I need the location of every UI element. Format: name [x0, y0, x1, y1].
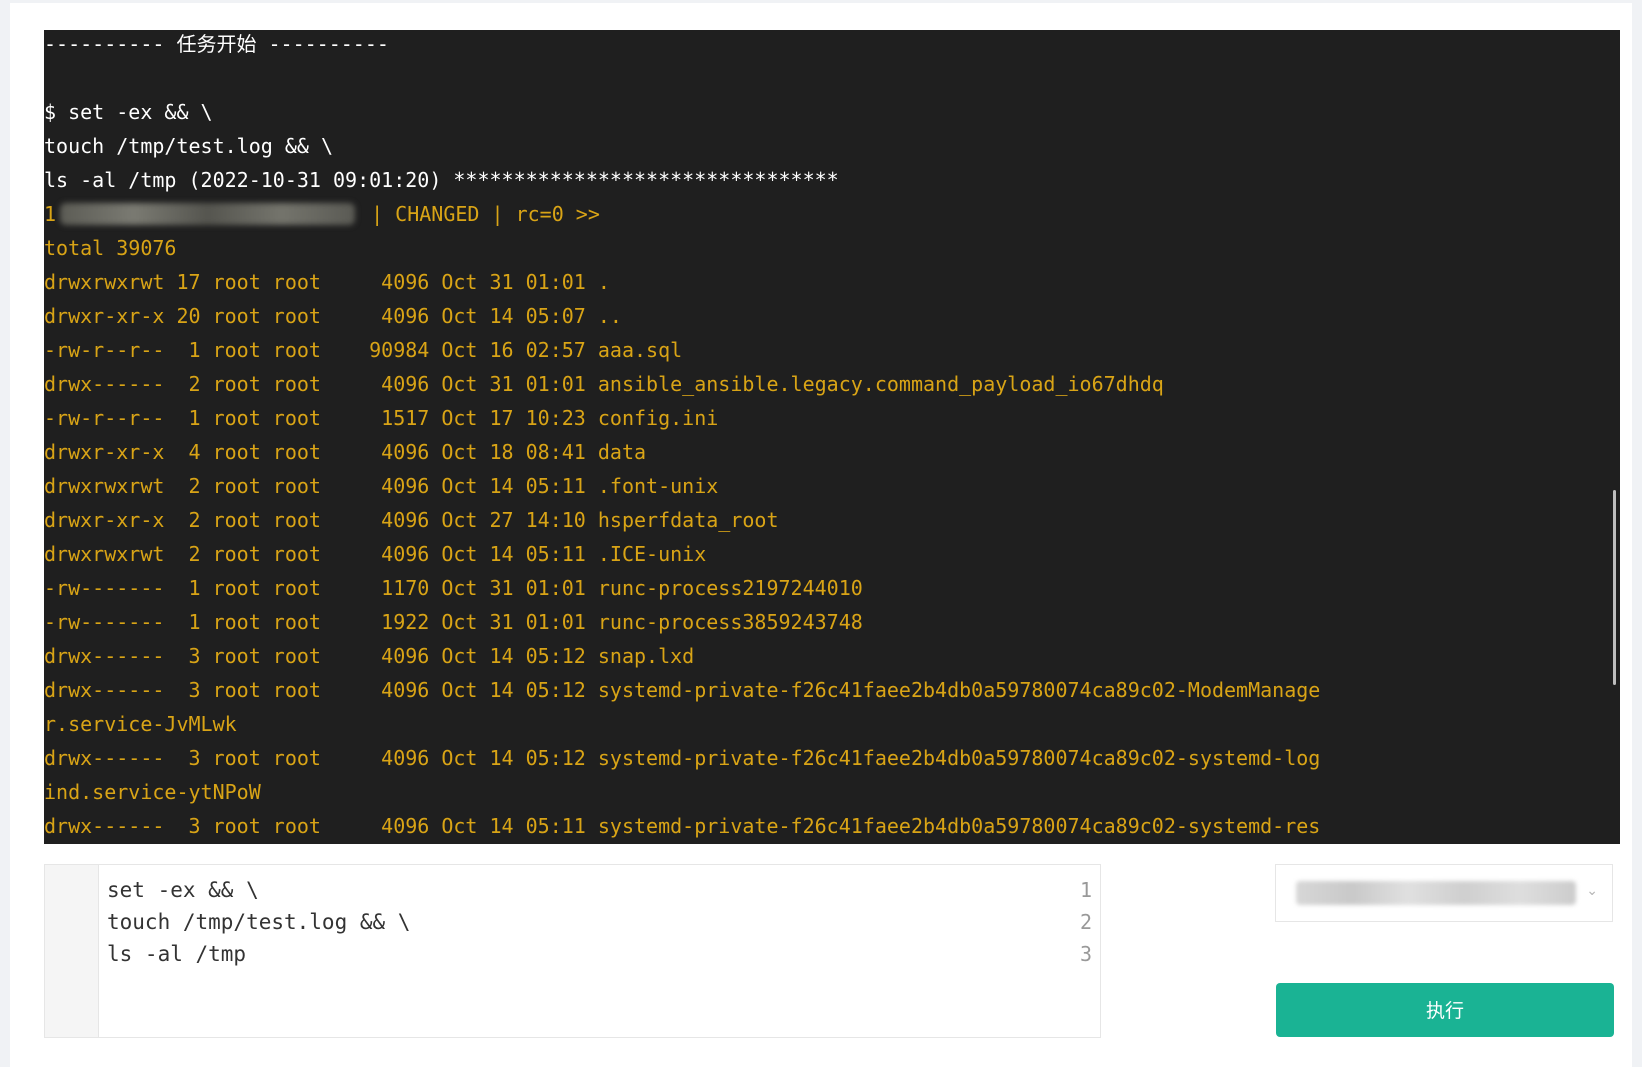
host-status: | CHANGED | rc=0 >>: [359, 202, 600, 226]
terminal-line: total 39076: [44, 236, 177, 260]
terminal-line: drwx------ 2 root root 4096 Oct 31 01:01…: [44, 372, 1164, 396]
line-number: 3: [1079, 942, 1092, 966]
terminal-line: ls -al /tmp (2022-10-31 09:01:20) ******…: [44, 168, 839, 192]
target-host-select[interactable]: ⌄: [1275, 864, 1613, 922]
terminal-line: drwxr-xr-x 20 root root 4096 Oct 14 05:0…: [44, 304, 622, 328]
terminal-line: -rw-r--r-- 1 root root 90984 Oct 16 02:5…: [44, 338, 683, 362]
terminal-line: r.service-JvMLwk: [44, 712, 237, 736]
execute-button[interactable]: 执行: [1276, 983, 1614, 1037]
terminal-scrollbar[interactable]: [1613, 490, 1616, 685]
terminal-line: -rw-r--r-- 1 root root 1517 Oct 17 10:23…: [44, 406, 719, 430]
terminal-line: $ set -ex && \: [44, 100, 213, 124]
terminal-output[interactable]: ---------- 任务开始 ---------- $ set -ex && …: [44, 30, 1620, 844]
terminal-line: drwxrwxrwt 17 root root 4096 Oct 31 01:0…: [44, 270, 610, 294]
chevron-down-icon: ⌄: [1586, 883, 1598, 899]
terminal-line: drwxrwxrwt 2 root root 4096 Oct 14 05:11…: [44, 474, 719, 498]
terminal-line: drwxr-xr-x 2 root root 4096 Oct 27 14:10…: [44, 508, 779, 532]
terminal-line: ind.service-ytNPoW: [44, 780, 261, 804]
terminal-line: drwx------ 3 root root 4096 Oct 14 05:12…: [44, 746, 1321, 770]
command-editor[interactable]: 1 2 3 set -ex && \ touch /tmp/test.log &…: [44, 864, 1101, 1038]
terminal-line: touch /tmp/test.log && \: [44, 134, 333, 158]
terminal-line: drwx------ 3 root root 4096 Oct 14 05:12…: [44, 678, 1321, 702]
terminal-host-status-line: 1 | CHANGED | rc=0 >>: [44, 197, 1606, 231]
redacted-selection: [1296, 881, 1576, 905]
redacted-hostname: [60, 203, 356, 225]
editor-gutter: [45, 865, 99, 1037]
terminal-line: drwx------ 3 root root 4096 Oct 14 05:11…: [44, 814, 1321, 838]
code-line[interactable]: set -ex && \: [107, 874, 259, 906]
line-number: 1: [1079, 878, 1092, 902]
code-line[interactable]: ls -al /tmp: [107, 938, 246, 970]
terminal-line: drwxr-xr-x 4 root root 4096 Oct 18 08:41…: [44, 440, 647, 464]
host-prefix: 1: [44, 202, 57, 226]
terminal-lines: ---------- 任务开始 ---------- $ set -ex && …: [44, 30, 1606, 843]
terminal-line: -rw------- 1 root root 1170 Oct 31 01:01…: [44, 576, 863, 600]
terminal-line: ---------- 任务开始 ----------: [44, 32, 389, 56]
terminal-line: drwxrwxrwt 2 root root 4096 Oct 14 05:11…: [44, 542, 707, 566]
code-line[interactable]: touch /tmp/test.log && \: [107, 906, 410, 938]
terminal-line: drwx------ 3 root root 4096 Oct 14 05:12…: [44, 644, 695, 668]
line-number: 2: [1079, 910, 1092, 934]
terminal-line: -rw------- 1 root root 1922 Oct 31 01:01…: [44, 610, 863, 634]
